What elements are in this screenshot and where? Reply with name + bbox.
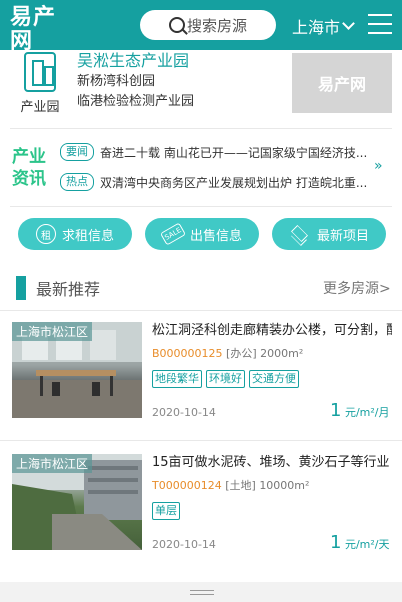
listing-tag: 地段繁华 [152, 370, 202, 388]
divider [10, 206, 392, 207]
logo-text: 易产网 [10, 5, 57, 54]
listing-price: 1 元/m²/月 [330, 400, 390, 421]
search-placeholder: 搜索房源 [186, 16, 247, 35]
latest-projects-label: 最新项目 [316, 228, 369, 244]
listing-area: 10000m² [259, 479, 310, 492]
divider [0, 310, 402, 311]
thumb-watermark: 易产网 [317, 75, 366, 94]
rent-info-label: 求租信息 [61, 228, 114, 244]
listing-tags: 单层 [152, 502, 184, 520]
park-category-label: 产业园 [20, 100, 60, 115]
listing-photo[interactable]: 上海市松江区 [12, 322, 142, 418]
listing-tag: 环境好 [206, 370, 245, 388]
price-value: 1 [330, 532, 342, 553]
listing-title[interactable]: 15亩可做水泥砖、堆场、黄沙石子等行业 [152, 454, 392, 472]
listing-city-badge: 上海市松江区 [12, 454, 93, 473]
drag-handle-icon[interactable] [190, 590, 214, 595]
city-label: 上海市 [292, 18, 341, 37]
park-category[interactable]: 产业园 [12, 52, 68, 115]
listing-city-badge: 上海市松江区 [12, 322, 93, 341]
news-section: 产业 资讯 要闻 奋进二十载 南山花已开——记国家级宁国经济技... 热点 双清… [0, 138, 402, 198]
news-logo: 产业 资讯 [12, 146, 52, 190]
city-selector[interactable]: 上海市 [292, 14, 355, 38]
news-headline: 奋进二十载 南山花已开——记国家级宁国经济技... [100, 145, 368, 160]
top-header: 易产网 服务企业选址 助力产业升级 搜索房源 上海市 [0, 0, 402, 65]
building-icon [24, 52, 56, 92]
listing-price: 1 元/m²/天 [330, 532, 390, 553]
listing-title[interactable]: 松江洞泾科创走廊精装办公楼，可分割，配 [152, 322, 392, 340]
listing-code: T000000124 [152, 479, 222, 492]
search-icon [168, 17, 185, 33]
news-logo-line: 产业 [12, 147, 46, 167]
news-headline: 双清湾中央商务区产业发展规划出炉 打造皖北重... [100, 175, 368, 190]
news-logo-line: 资讯 [12, 169, 46, 189]
layers-icon [289, 224, 311, 244]
listing-area: 2000m² [260, 347, 304, 360]
rent-icon: 租 [35, 224, 56, 244]
park-thumbnail[interactable]: 易产网 [292, 53, 392, 113]
listing-card[interactable]: 上海市松江区 松江洞泾科创走廊精装办公楼，可分割，配 B000000125 [办… [0, 322, 402, 440]
divider [10, 128, 392, 129]
listing-card[interactable]: 上海市松江区 15亩可做水泥砖、堆场、黄沙石子等行业 T000000124 [土… [0, 454, 402, 572]
sale-info-button[interactable]: SALE 出售信息 [145, 218, 259, 250]
listing-date: 2020-10-14 [152, 406, 216, 419]
news-tag: 要闻 [60, 143, 94, 161]
search-bar[interactable]: 搜索房源 [140, 10, 276, 40]
listing-meta: T000000124 [土地] 10000m² [152, 478, 309, 494]
section-title: 最新推荐 [36, 280, 101, 299]
listing-tag: 交通方便 [249, 370, 299, 388]
divider [0, 440, 402, 441]
sale-info-label: 出售信息 [189, 228, 242, 244]
listing-type: [办公] [226, 347, 257, 360]
listing-date: 2020-10-14 [152, 538, 216, 551]
listing-code: B000000125 [152, 347, 223, 360]
recommend-section-header: 最新推荐 更多房源> [0, 272, 402, 302]
chevron-down-icon [342, 17, 355, 30]
listing-tags: 地段繁华 环境好 交通方便 [152, 370, 303, 388]
site-logo[interactable]: 易产网 服务企业选址 助力产业升级 [10, 6, 84, 65]
bottom-bar [0, 582, 402, 602]
latest-projects-button[interactable]: 最新项目 [272, 218, 386, 250]
price-unit: 元/m²/月 [341, 406, 390, 419]
price-value: 1 [330, 400, 342, 421]
listing-tag: 单层 [152, 502, 180, 520]
section-accent-bar [16, 276, 26, 300]
double-chevron-right-icon[interactable]: » [374, 158, 383, 174]
more-listings-link[interactable]: 更多房源> [323, 278, 391, 298]
listing-photo[interactable]: 上海市松江区 [12, 454, 142, 550]
park-item-link[interactable]: 临港检验检测产业园 [77, 92, 287, 112]
park-section: 产业园 吴淞生态产业园 新杨湾科创园 临港检验检测产业园 易产网 [0, 50, 402, 126]
park-list: 吴淞生态产业园 新杨湾科创园 临港检验检测产业园 [77, 50, 287, 112]
park-title-link[interactable]: 吴淞生态产业园 [77, 50, 287, 72]
news-item[interactable]: 要闻 奋进二十载 南山花已开——记国家级宁国经济技... [60, 142, 372, 162]
listing-type: [土地] [225, 479, 256, 492]
price-unit: 元/m²/天 [341, 538, 390, 551]
park-item-link[interactable]: 新杨湾科创园 [77, 72, 287, 92]
listing-meta: B000000125 [办公] 2000m² [152, 346, 303, 362]
rent-info-button[interactable]: 租 求租信息 [18, 218, 132, 250]
news-item[interactable]: 热点 双清湾中央商务区产业发展规划出炉 打造皖北重... [60, 172, 372, 192]
menu-icon[interactable] [368, 14, 392, 34]
news-tag: 热点 [60, 173, 94, 191]
sale-tag-icon: SALE [159, 222, 187, 246]
